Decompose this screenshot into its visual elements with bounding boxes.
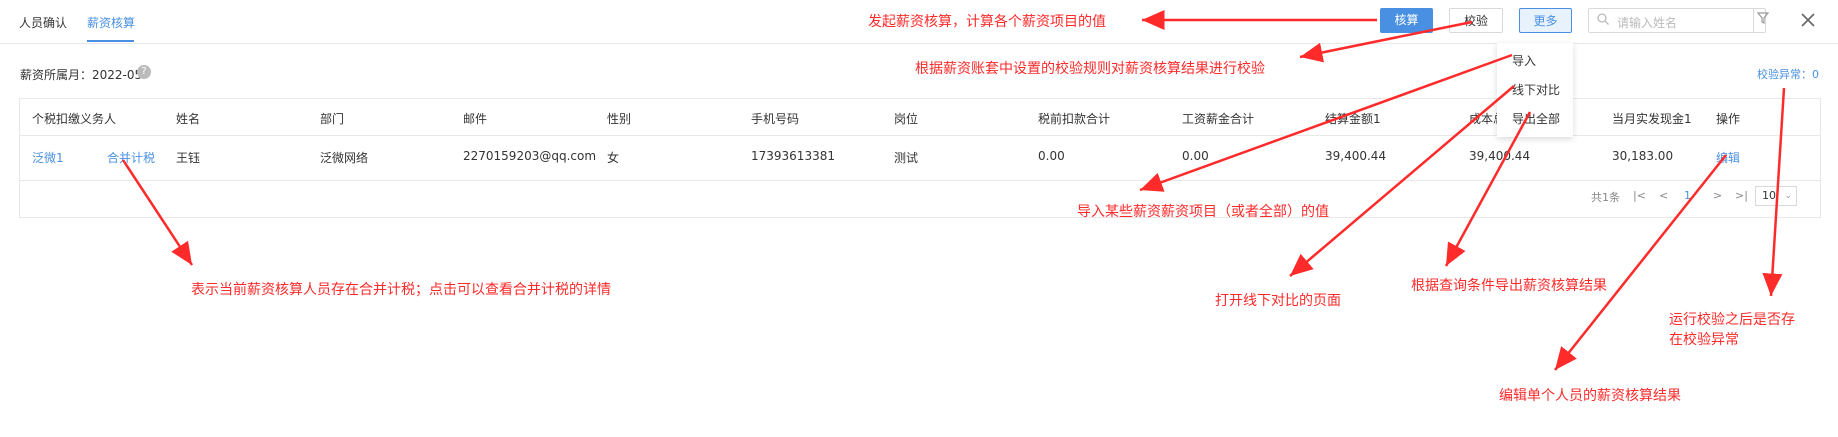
annotation-offline-compare: 打开线下对比的页面 [1215,293,1341,309]
annotation-verify-error-2: 在校验异常 [1669,332,1739,348]
annotation-calc: 发起薪资核算，计算各个薪资项目的值 [868,14,1106,30]
arrow-offline [1289,85,1515,277]
annotation-verify-error-1: 运行校验之后是否存 [1669,312,1795,328]
annotation-edit: 编辑单个人员的薪资核算结果 [1499,388,1681,404]
arrow-merge [121,159,194,266]
annotation-merge-tax: 表示当前薪资核算人员存在合并计税；点击可以查看合并计税的详情 [191,282,611,298]
annotation-export: 根据查询条件导出薪资核算结果 [1411,278,1607,294]
arrow-export [1444,111,1532,267]
arrow-verify-error [1762,87,1786,297]
annotation-verify: 根据薪资账套中设置的校验规则对薪资核算结果进行校验 [915,61,1265,77]
arrow-verify [1299,20,1473,63]
annotation-import: 导入某些薪资薪资项目（或者全部）的值 [1077,204,1329,220]
